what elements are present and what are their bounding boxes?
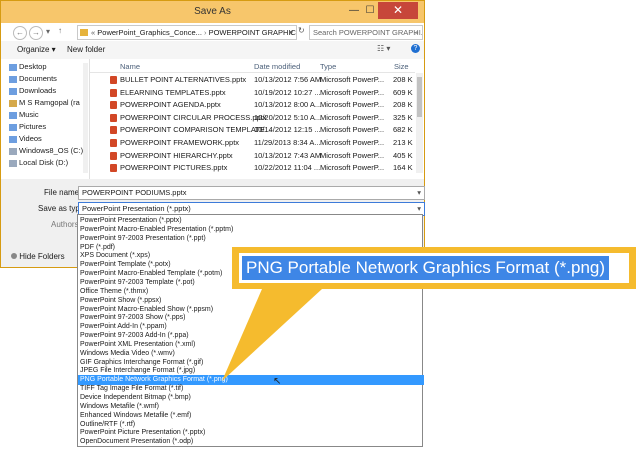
callout-text: PNG Portable Network Graphics Format (*.… <box>242 256 610 280</box>
callout-inner: PNG Portable Network Graphics Format (*.… <box>239 253 629 283</box>
callout-pointer-shape <box>222 289 322 381</box>
callout-pointer <box>222 289 322 381</box>
callout-box: PNG Portable Network Graphics Format (*.… <box>232 247 636 289</box>
mouse-cursor-icon: ↖ <box>273 376 282 387</box>
